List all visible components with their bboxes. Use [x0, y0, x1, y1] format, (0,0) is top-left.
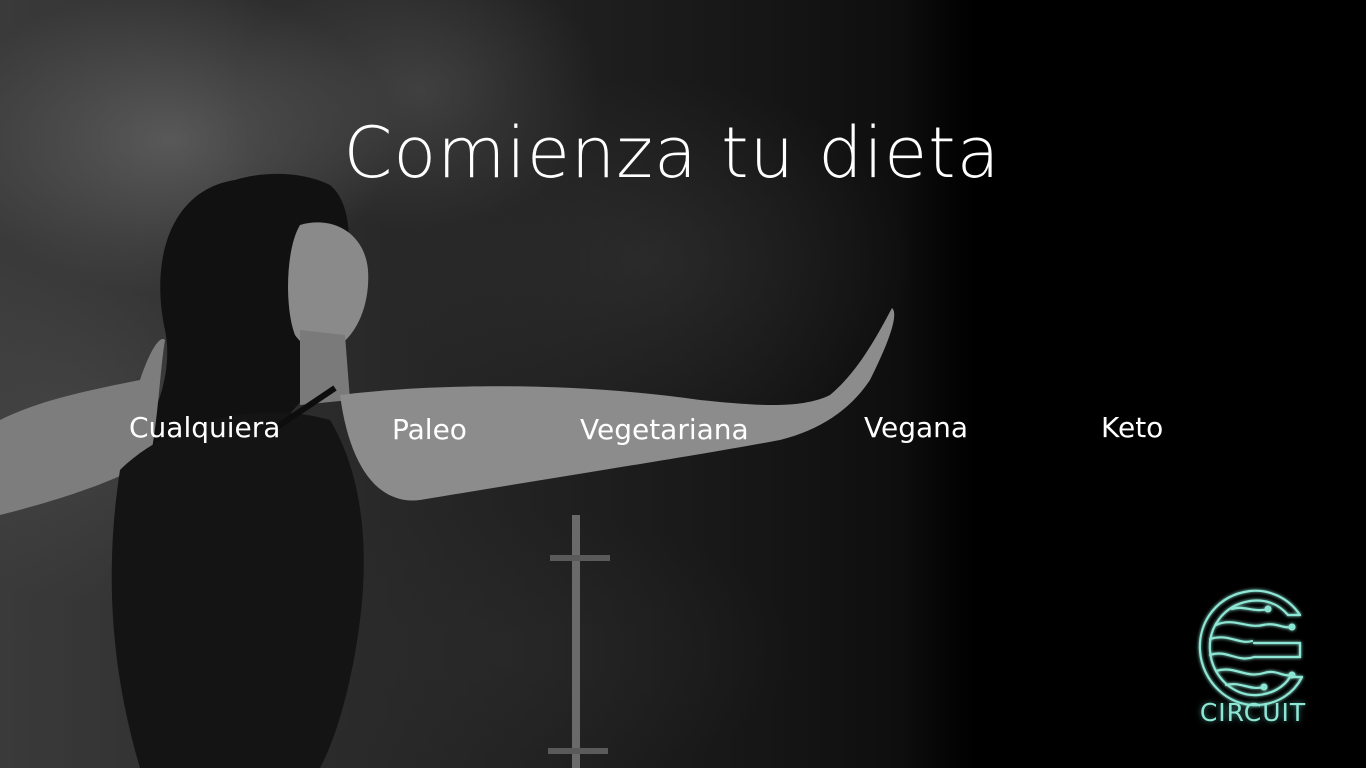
landing-screen: Comienza tu dieta Cualquiera Paleo Veget…: [0, 0, 1366, 768]
brand-name: CIRCUIT: [1199, 698, 1307, 727]
diet-option-keto[interactable]: Keto: [1101, 408, 1163, 448]
diet-option-cualquiera[interactable]: Cualquiera: [129, 408, 280, 448]
diet-option-paleo[interactable]: Paleo: [392, 410, 467, 450]
diet-option-vegetariana[interactable]: Vegetariana: [580, 410, 749, 450]
diet-option-vegana[interactable]: Vegana: [864, 408, 968, 448]
page-title: Comienza tu dieta: [343, 112, 1001, 194]
